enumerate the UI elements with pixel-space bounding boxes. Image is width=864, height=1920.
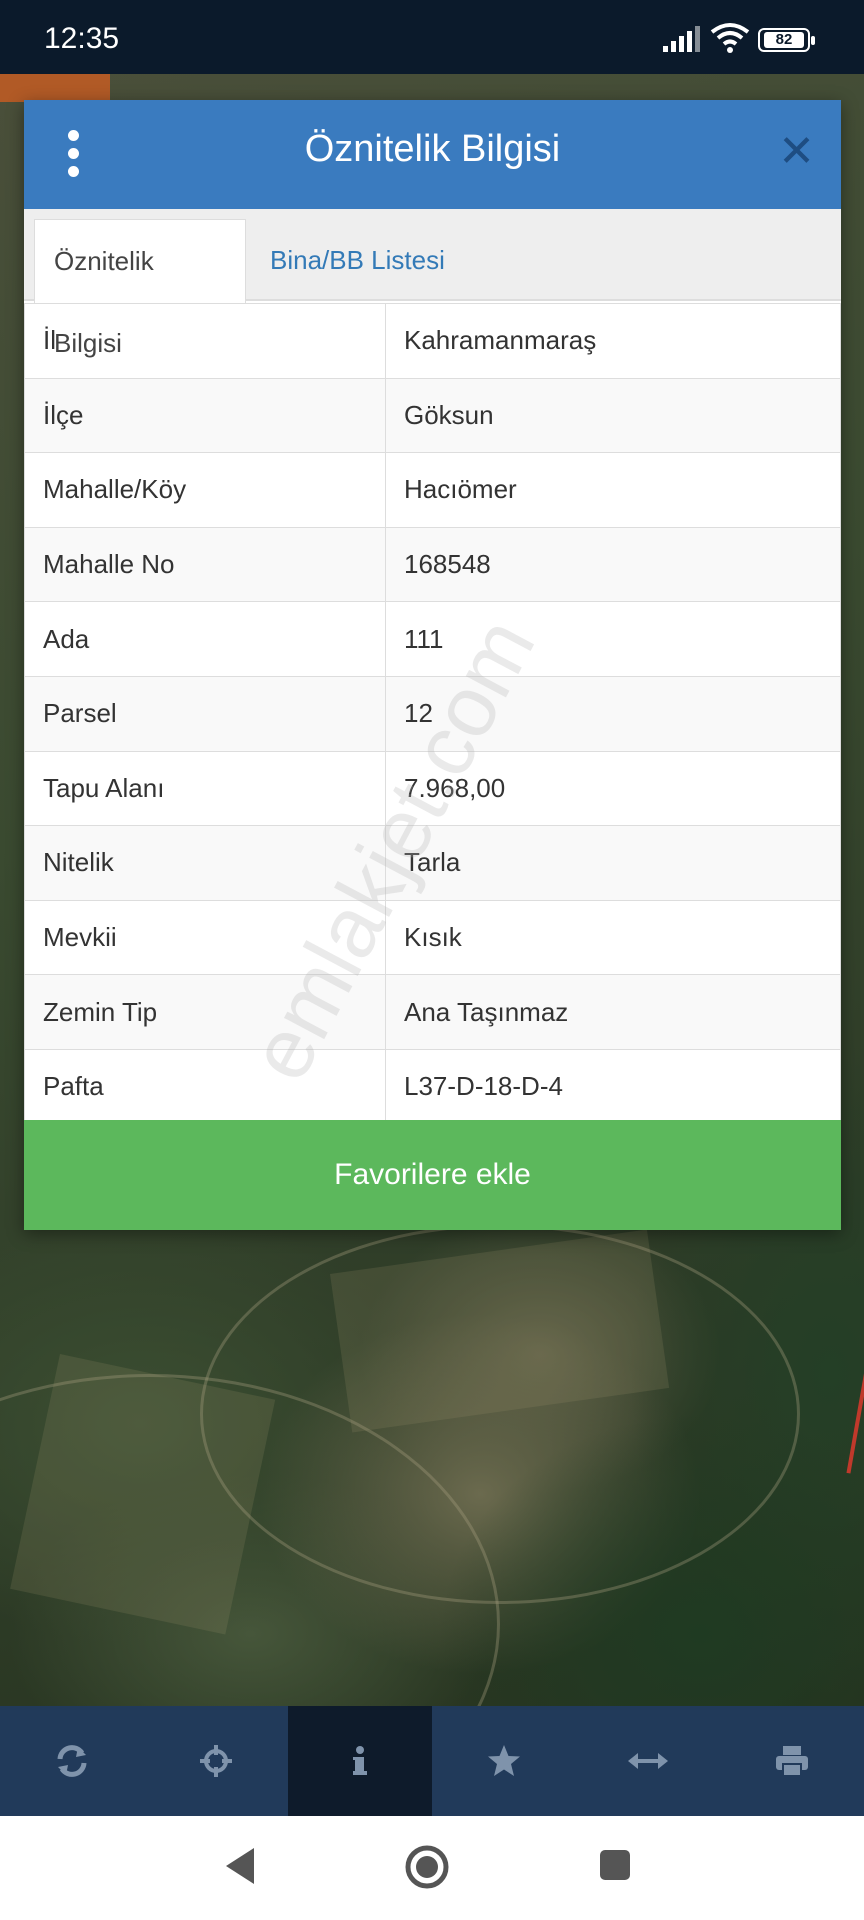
attribute-key: Mevkii bbox=[24, 899, 386, 976]
attribute-value: 12 bbox=[385, 675, 841, 752]
attribute-value: 7.968,00 bbox=[385, 750, 841, 827]
home-icon[interactable] bbox=[404, 1844, 450, 1890]
attribute-key: Pafta bbox=[24, 1048, 386, 1125]
battery-icon: 82 bbox=[758, 28, 815, 52]
recents-icon[interactable] bbox=[598, 1848, 632, 1882]
refresh-button[interactable] bbox=[0, 1706, 144, 1816]
table-row: Mahalle No 168548 bbox=[24, 526, 841, 603]
table-row: Pafta L37-D-18-D-4 bbox=[24, 1048, 841, 1125]
star-icon bbox=[488, 1745, 520, 1776]
system-nav-bar bbox=[0, 1816, 864, 1920]
status-time: 12:35 bbox=[44, 22, 120, 55]
attribute-value: 168548 bbox=[385, 526, 841, 603]
table-row: Ada 111 bbox=[24, 601, 841, 677]
tab-attribute-info[interactable]: Öznitelik Bilgisi bbox=[34, 219, 246, 358]
tab-building-list[interactable]: Bina/BB Listesi bbox=[251, 219, 464, 303]
add-to-favorites-button[interactable]: Favorilere ekle bbox=[24, 1120, 841, 1230]
attribute-value: Kahramanmaraş bbox=[385, 303, 841, 379]
status-bar: 12:35 82 bbox=[0, 0, 864, 74]
measure-arrows-icon bbox=[628, 1753, 668, 1769]
attribute-table: İl Kahramanmaraş İlçe Göksun Mahalle/Köy… bbox=[24, 303, 841, 1125]
parcel-boundary bbox=[846, 1364, 864, 1474]
attribute-key: Tapu Alanı bbox=[24, 750, 386, 827]
attribute-key: Zemin Tip bbox=[24, 974, 386, 1050]
attribute-dialog: Öznitelik Bilgisi ✕ Öznitelik Bilgisi Bi… bbox=[24, 100, 841, 1230]
attribute-value: 111 bbox=[385, 601, 841, 677]
refresh-icon bbox=[57, 1745, 87, 1777]
table-row: Nitelik Tarla bbox=[24, 825, 841, 901]
attribute-value: Hacıömer bbox=[385, 452, 841, 528]
battery-level: 82 bbox=[764, 32, 804, 48]
attribute-key: İlçe bbox=[24, 377, 386, 454]
locate-button[interactable] bbox=[144, 1706, 288, 1816]
map-overlay-patch bbox=[0, 74, 110, 102]
crosshair-icon bbox=[200, 1745, 232, 1777]
attribute-key: Mahalle No bbox=[24, 526, 386, 603]
attribute-key: Ada bbox=[24, 601, 386, 677]
signal-icon bbox=[663, 26, 700, 52]
table-row: Mahalle/Köy Hacıömer bbox=[24, 452, 841, 528]
table-row: Parsel 12 bbox=[24, 675, 841, 752]
table-row: Tapu Alanı 7.968,00 bbox=[24, 750, 841, 827]
attribute-value: Göksun bbox=[385, 377, 841, 454]
table-row: İlçe Göksun bbox=[24, 377, 841, 454]
attribute-value: Ana Taşınmaz bbox=[385, 974, 841, 1050]
print-button[interactable] bbox=[720, 1706, 864, 1816]
map-road bbox=[200, 1224, 800, 1604]
info-icon bbox=[353, 1746, 367, 1775]
map-toolbar bbox=[0, 1706, 864, 1816]
attribute-value: Kısık bbox=[385, 899, 841, 976]
attribute-key: Nitelik bbox=[24, 825, 386, 901]
dialog-header: Öznitelik Bilgisi ✕ bbox=[24, 100, 841, 209]
close-icon[interactable]: ✕ bbox=[778, 128, 815, 176]
favorites-button[interactable] bbox=[432, 1706, 576, 1816]
attribute-key: İl bbox=[24, 303, 386, 379]
wifi-icon bbox=[710, 23, 750, 53]
print-icon bbox=[776, 1746, 808, 1777]
attribute-value: L37-D-18-D-4 bbox=[385, 1048, 841, 1125]
dialog-title: Öznitelik Bilgisi bbox=[304, 128, 561, 170]
info-button[interactable] bbox=[288, 1706, 432, 1816]
attribute-key: Parsel bbox=[24, 675, 386, 752]
back-icon[interactable] bbox=[224, 1846, 256, 1886]
tab-bar: Öznitelik Bilgisi Bina/BB Listesi bbox=[24, 209, 841, 358]
table-row: Zemin Tip Ana Taşınmaz bbox=[24, 974, 841, 1050]
table-row: Mevkii Kısık bbox=[24, 899, 841, 976]
attribute-key: Mahalle/Köy bbox=[24, 452, 386, 528]
measure-button[interactable] bbox=[576, 1706, 720, 1816]
attribute-value: Tarla bbox=[385, 825, 841, 901]
table-row: İl Kahramanmaraş bbox=[24, 303, 841, 379]
